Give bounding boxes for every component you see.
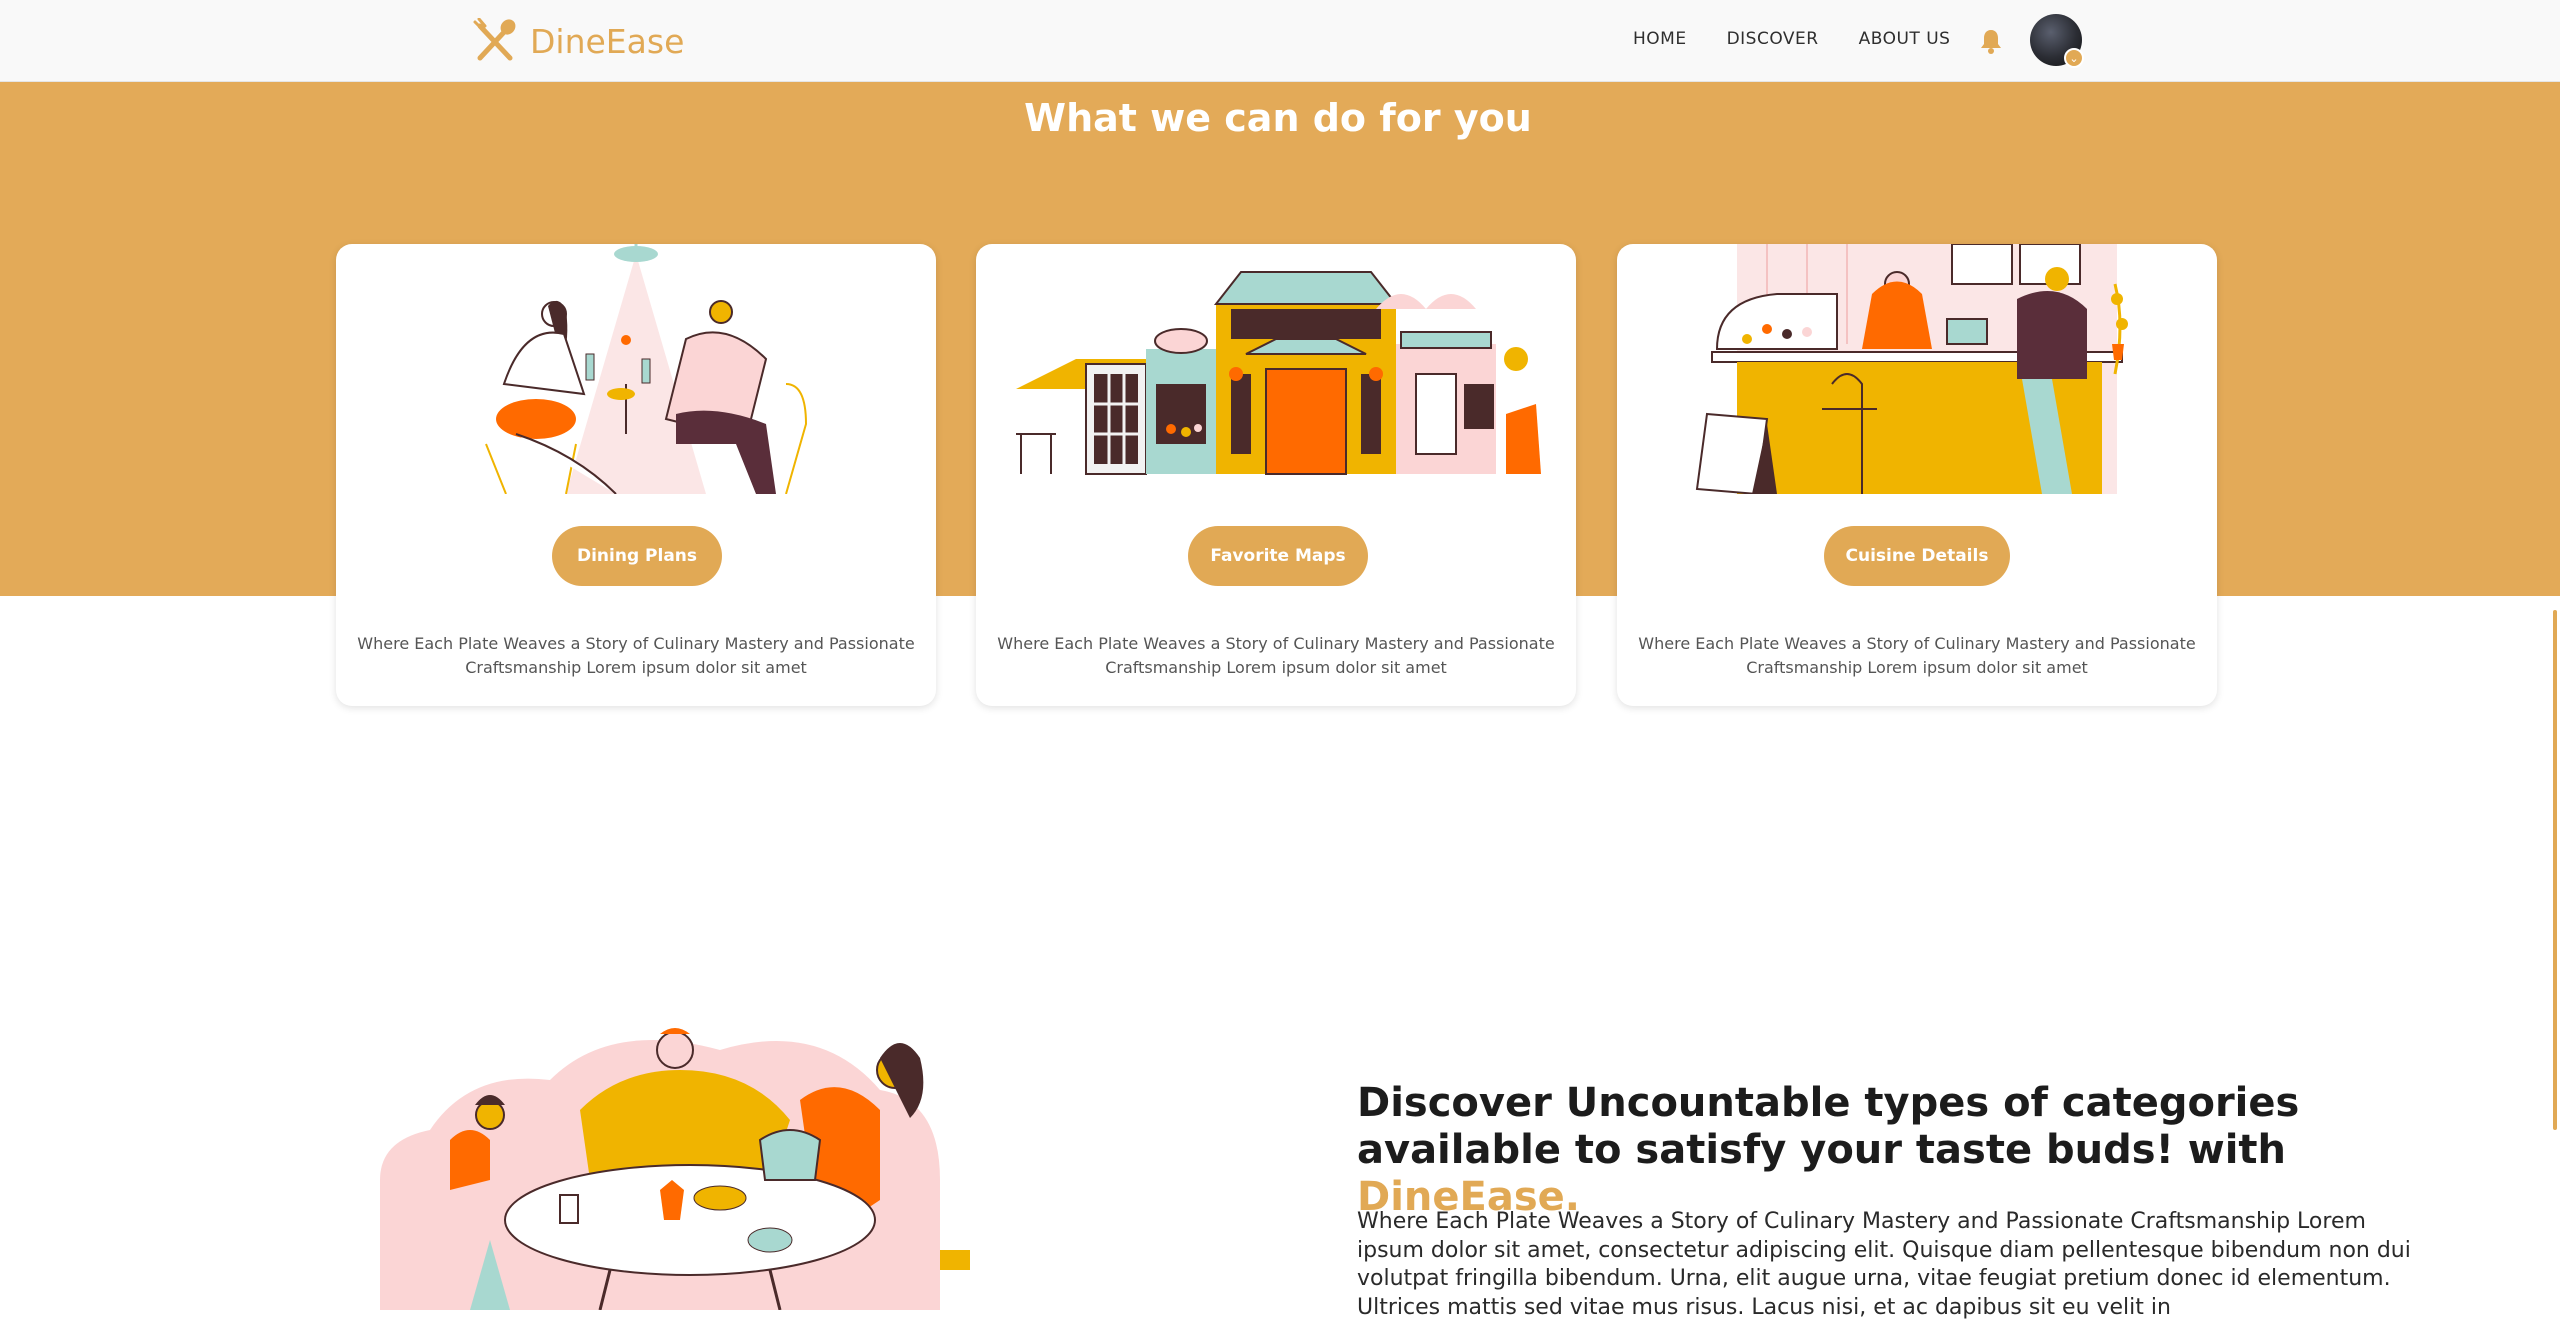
scrollbar[interactable] (2553, 610, 2557, 1130)
nav-about-us[interactable]: ABOUT US (1859, 29, 1951, 49)
section-title: What we can do for you (1024, 96, 1532, 140)
cafe-counter-illustration (1695, 244, 2128, 494)
service-card-cuisine-details: Cuisine Details Where Each Plate Weaves … (1617, 244, 2217, 706)
main-nav: HOME DISCOVER ABOUT US (1633, 29, 1950, 49)
discover-paragraph: Where Each Plate Weaves a Story of Culin… (1357, 1209, 2411, 1320)
card-description: Where Each Plate Weaves a Story of Culin… (997, 634, 1555, 677)
card-description: Where Each Plate Weaves a Story of Culin… (1638, 634, 2196, 677)
fork-spoon-icon (473, 18, 516, 61)
service-card-favorite-maps: Favorite Maps Where Each Plate Weaves a … (976, 244, 1576, 706)
card-description: Where Each Plate Weaves a Story of Culin… (357, 634, 915, 677)
discover-heading-text: Discover Uncountable types of categories… (1357, 1080, 2300, 1173)
brand-name: DineEase (530, 21, 685, 61)
service-card-dining-plans: Dining Plans Where Each Plate Weaves a S… (336, 244, 936, 706)
dining-plans-button[interactable]: Dining Plans (552, 526, 722, 586)
nav-discover[interactable]: DISCOVER (1727, 29, 1819, 49)
discover-heading: Discover Uncountable types of categories… (1357, 1080, 2477, 1221)
nav-home[interactable]: HOME (1633, 29, 1687, 49)
storefront-illustration (1016, 271, 1541, 475)
dining-couple-illustration (485, 244, 808, 494)
chevron-down-icon[interactable]: ⌄ (2064, 48, 2084, 68)
navbar: DineEase HOME DISCOVER ABOUT US ⌄ (0, 0, 2560, 82)
bell-icon[interactable] (1980, 28, 2002, 54)
brand-logo[interactable]: DineEase (472, 18, 684, 64)
group-dining-illustration (380, 1028, 970, 1310)
cuisine-details-button[interactable]: Cuisine Details (1824, 526, 2010, 586)
favorite-maps-button[interactable]: Favorite Maps (1188, 526, 1368, 586)
